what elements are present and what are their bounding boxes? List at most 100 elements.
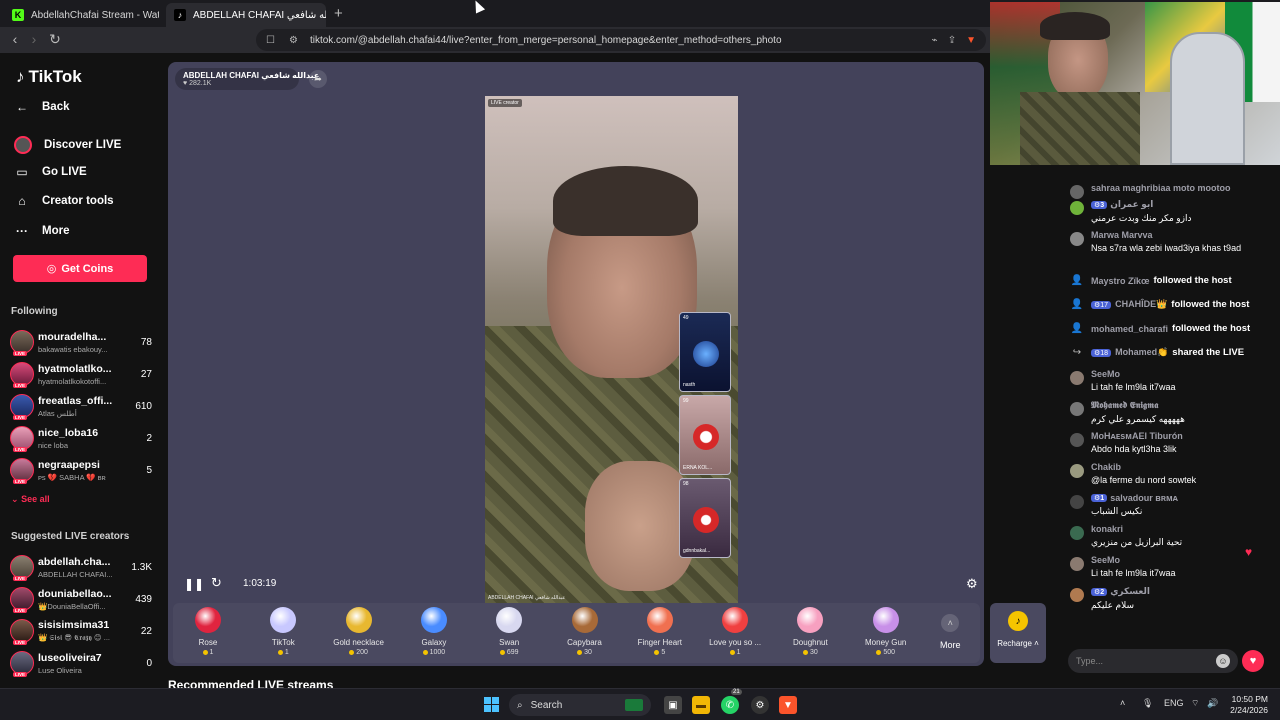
suggested-account[interactable]: LIVE douniabellao... 👑DouniaBellaOffi... … xyxy=(10,584,152,614)
gift-item[interactable]: Gold necklace 200 xyxy=(324,607,394,656)
task-view-icon[interactable]: ▣ xyxy=(664,696,682,714)
emoji-icon[interactable]: ☺ xyxy=(1216,654,1230,668)
chat-username[interactable]: konakri xyxy=(1091,524,1123,534)
host-info[interactable]: ABDELLAH CHAFAI عبدالله شافعي ♥ 282.1K xyxy=(175,68,319,90)
recharge-button[interactable]: ♪ Recharge ˄ xyxy=(990,603,1046,663)
see-all-link[interactable]: ⌄ See all xyxy=(11,494,50,505)
chat-username[interactable]: MoHᴀᴇsᴍAEl Tiburón xyxy=(1091,431,1183,441)
tiktok-logo[interactable]: ♪ TikTok xyxy=(16,67,82,87)
language-indicator[interactable]: ENG xyxy=(1164,698,1184,708)
gift-item[interactable]: TikTok 1 xyxy=(248,607,318,656)
following-account[interactable]: LIVE hyatmolatlko... hyatmolatlkokotoffi.… xyxy=(10,359,152,389)
guest-panel[interactable]: 99 ERNA KOL... xyxy=(679,395,731,475)
suggested-account[interactable]: LIVE luseoliveira7 Luse Oliveira 0 xyxy=(10,648,152,678)
wifi-icon[interactable]: ⌔ xyxy=(1191,698,1199,709)
back-arrow-icon[interactable]: ‹ xyxy=(6,31,24,47)
chat-message[interactable]: SeeMo Li tah fe lm9la it7waa xyxy=(1070,555,1270,579)
translate-icon[interactable]: ⌁ xyxy=(932,35,938,46)
following-account[interactable]: LIVE nice_loba16 nice loba 2 xyxy=(10,423,152,453)
gift-item[interactable]: Love you so ... 1 xyxy=(700,607,770,656)
share-icon[interactable]: ⇪ xyxy=(948,35,956,46)
following-account[interactable]: LIVE mouradelha... bakawatis ebakouy... 7… xyxy=(10,327,152,357)
reload-icon[interactable]: ↻ xyxy=(46,31,64,48)
brave-shield-icon[interactable]: ▼ xyxy=(966,35,976,46)
chat-username[interactable]: Mohamed👏 xyxy=(1115,347,1168,358)
chat-avatar xyxy=(1070,588,1084,602)
chat-username[interactable]: SeeMo xyxy=(1091,369,1120,379)
chat-avatar xyxy=(1070,495,1084,509)
chat-username[interactable]: Chakib xyxy=(1091,462,1121,472)
get-coins-button[interactable]: ◎ Get Coins xyxy=(13,255,147,282)
chat-username[interactable]: CHAHÎDE👑 xyxy=(1115,299,1167,310)
system-clock[interactable]: 10:50 PM 2/24/2026 xyxy=(1224,694,1268,716)
chat-username[interactable]: العسكري xyxy=(1110,586,1150,597)
chat-system-message[interactable]: ↪ ⚙18 Mohamed👏 shared the LIVE xyxy=(1070,345,1270,361)
chat-message[interactable]: ⚙1 salvadour ʙʀᴍᴀ نكيس الشباب xyxy=(1070,493,1270,517)
chat-input[interactable]: Type... ☺ xyxy=(1068,649,1238,673)
suggested-account[interactable]: LIVE abdellah.cha... ABDELLAH CHAFAI... 1… xyxy=(10,552,152,582)
suggested-account[interactable]: LIVE sisisimsima31 👑 𝕾𝖎𝖘𝖎 😎 𝕮𝖗𝖆𝖟𝖞 😊 ... 2… xyxy=(10,616,152,646)
chat-system-message[interactable]: 👤 mohamed_charafi followed the host xyxy=(1070,321,1270,337)
bookmark-icon[interactable]: ☐ xyxy=(266,35,275,46)
chat-username[interactable]: 𝕸𝖔𝖍𝖆𝖒𝖊𝖉 𝕰𝖓𝖎𝖌𝖒𝖆 xyxy=(1091,400,1158,411)
nav-more[interactable]: ··· More xyxy=(14,224,69,238)
more-gifts-button[interactable]: ˄ More xyxy=(940,614,961,650)
chat-username[interactable]: salvadour ʙʀᴍᴀ xyxy=(1110,493,1178,503)
guest-panel[interactable]: 49 nasth xyxy=(679,312,731,392)
following-account[interactable]: LIVE negraapepsi ᴘs 💔 SABHA 💔 ʙʀ 5 xyxy=(10,455,152,485)
guest-panel[interactable]: 98 gdnnbakal... xyxy=(679,478,731,558)
chat-message[interactable]: SeeMo Li tah fe lm9la it7waa xyxy=(1070,369,1270,393)
volume-icon[interactable]: 🔊 xyxy=(1207,698,1218,709)
chat-username[interactable]: Marwa Marvva xyxy=(1091,230,1153,240)
microphone-icon[interactable]: 🎙 xyxy=(1142,698,1153,709)
chat-system-message[interactable]: 👤 ⚙17 CHAHÎDE👑 followed the host xyxy=(1070,297,1270,313)
chat-system-message[interactable]: 👤 Maystro Zïkœ followed the host xyxy=(1070,273,1270,289)
viewer-count: 22 xyxy=(140,625,152,637)
chat-username[interactable]: SeeMo xyxy=(1091,555,1120,565)
following-account[interactable]: LIVE freeatlas_offi... Atlas أطلس 610 xyxy=(10,391,152,421)
chat-text: هههههه كيسمرو علي كرم xyxy=(1091,414,1185,424)
file-explorer-icon[interactable]: ▬ xyxy=(692,696,710,714)
gift-item[interactable]: Galaxy 1000 xyxy=(399,607,469,656)
chat-message[interactable]: konakri تحية البرازيل من منزيري xyxy=(1070,524,1270,548)
back-link[interactable]: ← Back xyxy=(14,100,70,114)
chat-message[interactable]: Marwa Marvva Nsa s7ra wla zebi lwad3iya k… xyxy=(1070,230,1270,254)
refresh-icon[interactable]: ↻ xyxy=(211,575,222,591)
user-icon: ↪ xyxy=(1072,347,1082,358)
chat-message[interactable]: 𝕸𝖔𝖍𝖆𝖒𝖊𝖉 𝕰𝖓𝖎𝖌𝖒𝖆 هههههه كيسمرو علي كرم xyxy=(1070,400,1270,425)
tab-kick-stream[interactable]: K AbdellahChafai Stream - Watch Live o xyxy=(4,3,159,27)
settings-icon[interactable]: ⚙ xyxy=(966,576,978,592)
gift-item[interactable]: Rose 1 xyxy=(173,607,243,656)
chat-message[interactable]: sahraa maghribiaa moto mootoo xyxy=(1070,183,1270,199)
new-tab-button[interactable]: + xyxy=(334,5,343,22)
tab-tiktok-live[interactable]: ♪ ABDELLAH CHAFAI عبدالله شافعي ✕ xyxy=(166,3,326,27)
forward-arrow-icon[interactable]: › xyxy=(25,31,43,47)
chevron-up-icon[interactable]: ˄ xyxy=(1120,698,1125,708)
site-settings-icon[interactable]: ⚙ xyxy=(289,35,298,46)
brave-browser-icon[interactable]: ▼ xyxy=(779,696,797,714)
gift-item[interactable]: Money Gun 500 xyxy=(851,607,921,656)
gift-item[interactable]: Swan 699 xyxy=(474,607,544,656)
nav-creator-tools[interactable]: ⌂ Creator tools xyxy=(14,194,113,208)
taskbar-search[interactable]: ⌕ Search xyxy=(509,694,651,716)
chat-message[interactable]: Chakib @la ferme du nord sowtek xyxy=(1070,462,1270,486)
chat-username[interactable]: mohamed_charafi xyxy=(1091,324,1168,334)
nav-discover-live[interactable]: Discover LIVE xyxy=(14,136,121,154)
pause-icon[interactable]: ❚❚ xyxy=(184,577,204,591)
nav-go-live[interactable]: ▭ Go LIVE xyxy=(14,165,86,179)
gift-item[interactable]: Finger Heart 5 xyxy=(625,607,695,656)
chat-username[interactable]: ابو عمران xyxy=(1110,199,1153,210)
chat-username[interactable]: Maystro Zïkœ xyxy=(1091,276,1150,286)
chat-message[interactable]: ⚙2 العسكري سلام عليكم xyxy=(1070,586,1270,611)
share-button[interactable]: ➦ xyxy=(309,70,327,88)
chat-message[interactable]: ⚙3 ابو عمران دازو مكر منك وبدت عرمني xyxy=(1070,199,1270,224)
address-bar[interactable]: ☐ ⚙ tiktok.com/@abdellah.chafai44/live?e… xyxy=(256,29,986,51)
gift-item[interactable]: Capybara 30 xyxy=(550,607,620,656)
whatsapp-icon[interactable]: ✆ xyxy=(721,696,739,714)
chat-username[interactable]: sahraa maghribiaa moto mootoo xyxy=(1091,183,1270,193)
settings-app-icon[interactable]: ⚙ xyxy=(751,696,769,714)
windows-start-icon[interactable] xyxy=(484,697,499,712)
chat-message[interactable]: MoHᴀᴇsᴍAEl Tiburón Abdo hda kytl3ha 3lik xyxy=(1070,431,1270,455)
gift-item[interactable]: Doughnut 30 xyxy=(775,607,845,656)
like-heart-button[interactable]: ♥ xyxy=(1242,650,1264,672)
